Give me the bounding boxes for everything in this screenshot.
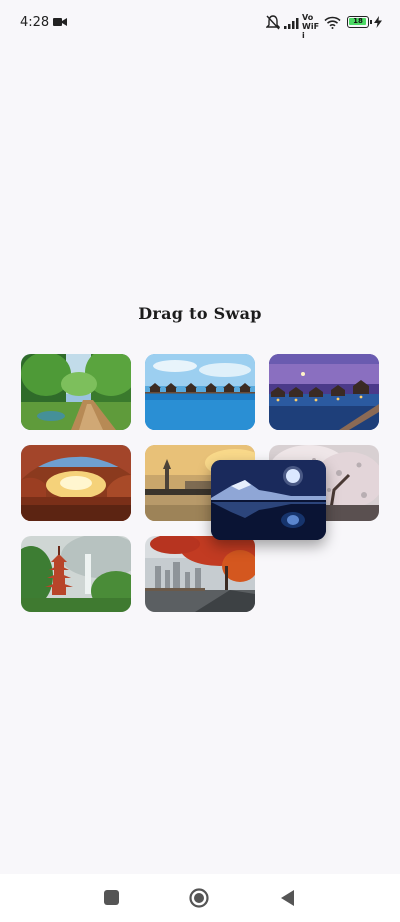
recents-button[interactable]: [104, 890, 119, 905]
image-tile-forest-path[interactable]: [21, 354, 131, 430]
image-tile-overwater-bungalows-dusk[interactable]: [269, 354, 379, 430]
image-tile-autumn-city-road[interactable]: [145, 536, 255, 612]
navigation-bar: [0, 874, 400, 922]
image-tile-mountain-lake-moon-dragging[interactable]: [211, 460, 326, 540]
image-tile-overwater-bungalows-day[interactable]: [145, 354, 255, 430]
autumn-city-road-image: [145, 536, 255, 612]
image-tile-pagoda-waterfall[interactable]: [21, 536, 131, 612]
overwater-bungalows-dusk-image: [269, 354, 379, 430]
mountain-lake-moon-image: [211, 460, 326, 540]
overwater-bungalows-day-image: [145, 354, 255, 430]
pagoda-waterfall-image: [21, 536, 131, 612]
rock-arch-sunset-image: [21, 445, 131, 521]
forest-path-image: [21, 354, 131, 430]
back-button[interactable]: [280, 889, 295, 911]
recents-square-icon: [104, 890, 119, 905]
back-triangle-icon: [281, 890, 294, 906]
home-circle-icon: [189, 888, 209, 908]
image-grid: [0, 0, 400, 922]
image-tile-rock-arch-sunset[interactable]: [21, 445, 131, 521]
home-button[interactable]: [189, 888, 209, 912]
